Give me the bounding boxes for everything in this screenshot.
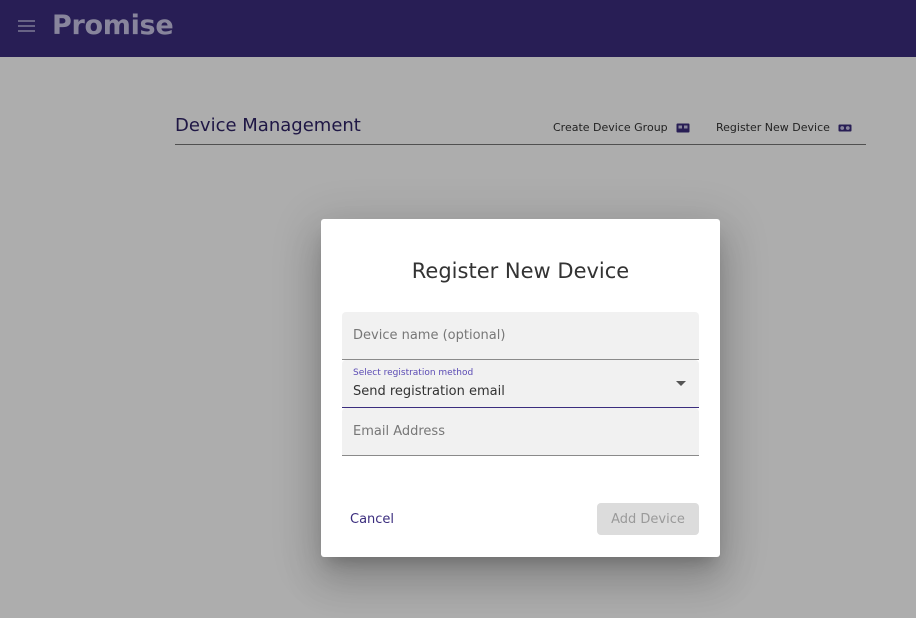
chevron-down-icon[interactable] (676, 381, 686, 386)
register-device-dialog: Register New Device Device name (optiona… (321, 219, 720, 557)
device-name-field[interactable]: Device name (optional) (342, 312, 699, 360)
dialog-title: Register New Device (411, 259, 630, 283)
registration-method-select[interactable]: Select registration method Send registra… (342, 360, 699, 408)
registration-method-label: Select registration method (353, 368, 474, 378)
email-placeholder: Email Address (353, 424, 445, 439)
cancel-button[interactable]: Cancel (342, 503, 402, 535)
email-field[interactable]: Email Address (342, 408, 699, 456)
registration-method-value: Send registration email (353, 384, 505, 399)
add-device-button[interactable]: Add Device (597, 503, 699, 535)
device-name-placeholder: Device name (optional) (353, 328, 506, 343)
